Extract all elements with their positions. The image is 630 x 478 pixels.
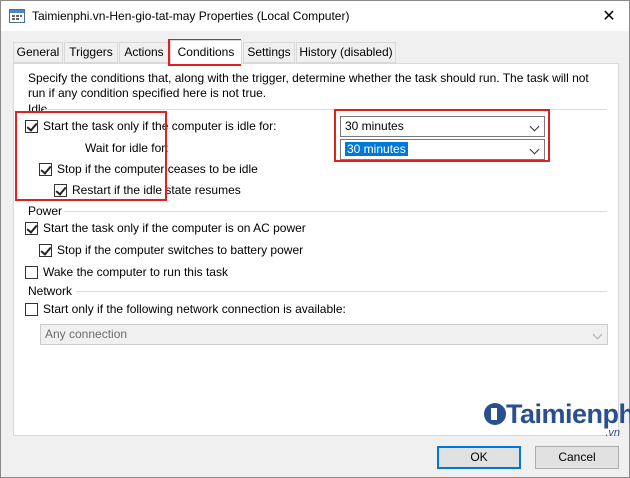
ac-power-checkbox[interactable] <box>25 221 38 235</box>
tab-conditions[interactable]: Conditions <box>170 40 242 64</box>
watermark-domain: .vn <box>605 427 620 439</box>
watermark-name: Taimienphi <box>506 399 630 429</box>
watermark-logo: Taimienphi .vn <box>484 399 630 439</box>
conditions-description: Specify the conditions that, along with … <box>28 71 589 100</box>
cancel-button[interactable]: Cancel <box>535 446 619 469</box>
network-divider <box>76 291 607 292</box>
tab-history[interactable]: History (disabled) <box>296 42 396 63</box>
power-divider <box>64 211 607 212</box>
wake-label: Wake the computer to run this task <box>43 265 228 279</box>
battery-label: Stop if the computer switches to battery… <box>57 243 304 257</box>
close-icon[interactable]: ✕ <box>589 1 629 31</box>
window-title: Taimienphi.vn-Hen-gio-tat-may Properties… <box>32 9 350 23</box>
battery-row[interactable]: Stop if the computer switches to battery… <box>39 243 303 257</box>
network-connection-select: Any connection <box>40 324 608 345</box>
network-section-label: Network <box>28 284 73 298</box>
properties-dialog: Taimienphi.vn-Hen-gio-tat-may Properties… <box>0 0 630 478</box>
ok-button[interactable]: OK <box>437 446 521 469</box>
network-checkbox[interactable] <box>25 302 38 316</box>
battery-checkbox[interactable] <box>39 243 52 257</box>
ac-power-label: Start the task only if the computer is o… <box>43 221 306 235</box>
wake-checkbox[interactable] <box>25 265 38 279</box>
network-label: Start only if the following network conn… <box>43 302 346 316</box>
network-connection-value: Any connection <box>45 327 128 341</box>
tab-settings[interactable]: Settings <box>243 42 295 63</box>
highlight-idle-durations <box>334 109 550 162</box>
highlight-idle-options <box>15 111 167 201</box>
task-scheduler-icon <box>9 9 25 23</box>
power-section-label: Power <box>28 204 63 218</box>
tab-triggers[interactable]: Triggers <box>64 42 118 63</box>
ac-power-row[interactable]: Start the task only if the computer is o… <box>25 221 306 235</box>
title-bar: Taimienphi.vn-Hen-gio-tat-may Properties… <box>1 1 629 31</box>
tab-general[interactable]: General <box>13 42 63 63</box>
wake-row[interactable]: Wake the computer to run this task <box>25 265 228 279</box>
chevron-down-icon <box>592 329 603 340</box>
tab-actions[interactable]: Actions <box>119 42 169 63</box>
logo-mark-icon <box>484 403 506 425</box>
network-row[interactable]: Start only if the following network conn… <box>25 302 346 316</box>
